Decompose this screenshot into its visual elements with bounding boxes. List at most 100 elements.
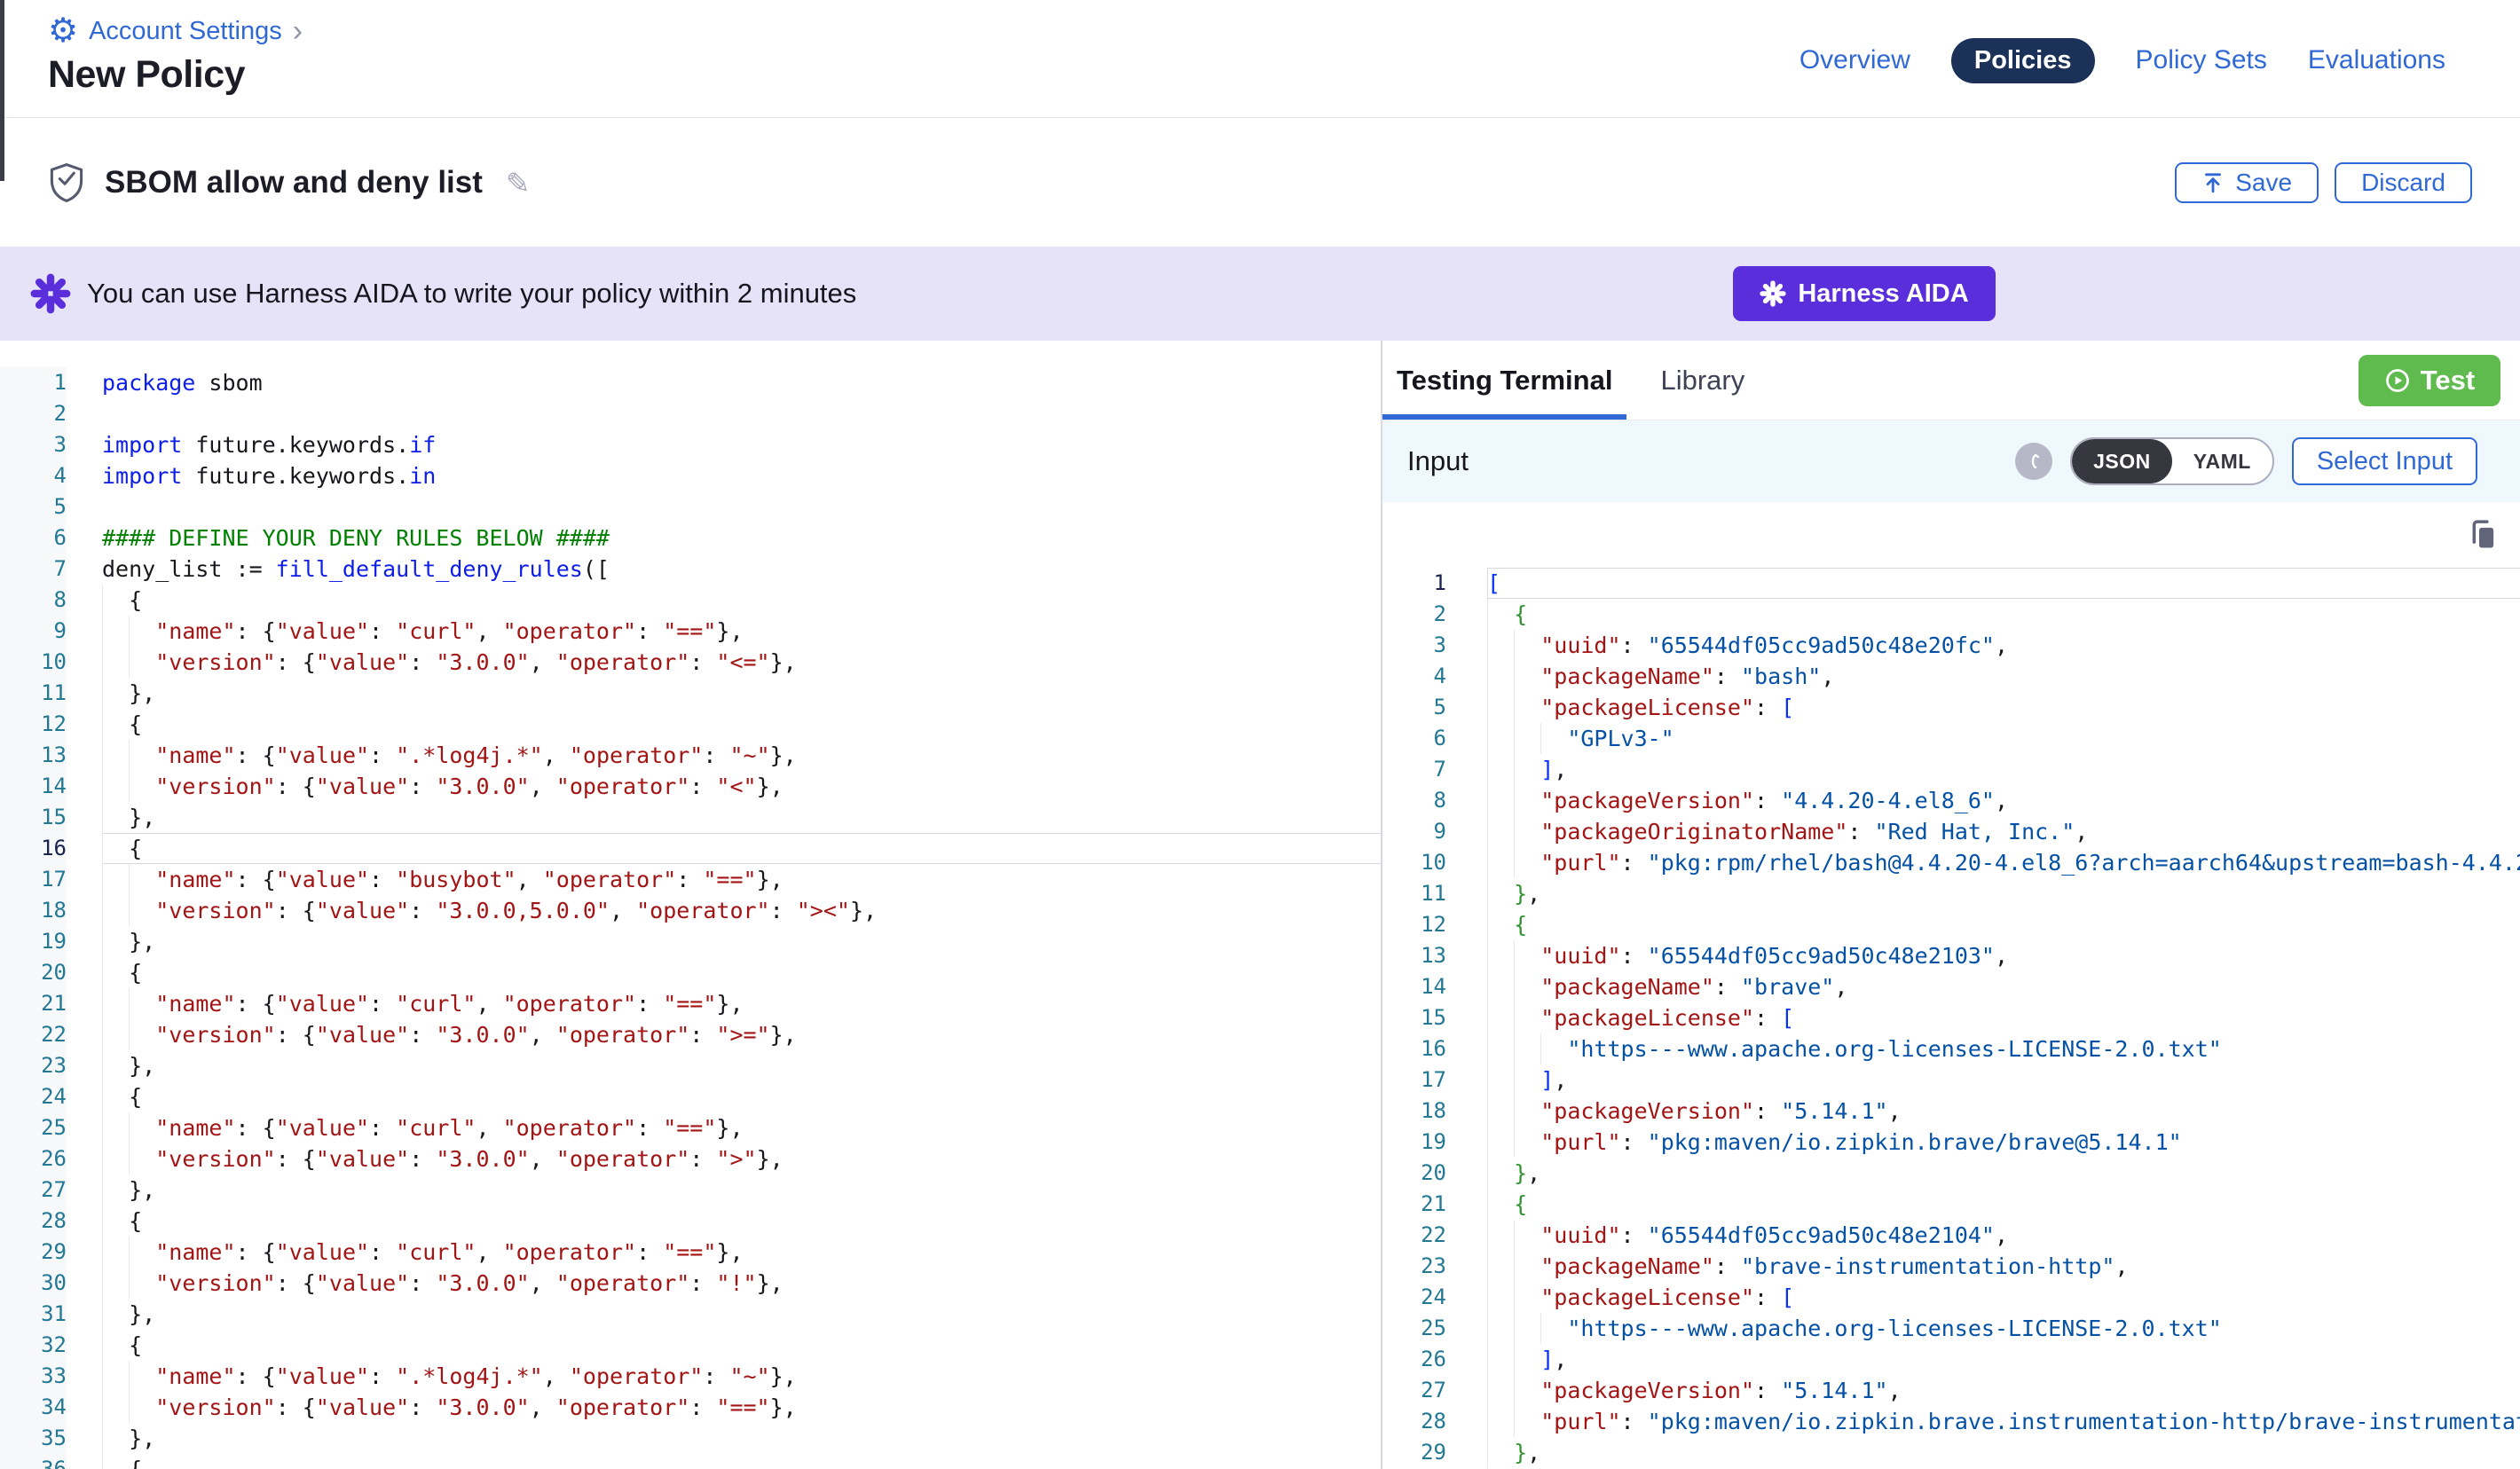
code-line-content: "GPLv3-" [1487, 723, 2520, 754]
code-line[interactable]: 11 }, [1382, 878, 2520, 909]
code-line[interactable]: 10 "purl": "pkg:rpm/rhel/bash@4.4.20-4.e… [1382, 847, 2520, 878]
code-line[interactable]: 27 }, [0, 1174, 1381, 1206]
code-line[interactable]: 33 "name": {"value": ".*log4j.*", "opera… [0, 1361, 1381, 1392]
code-line[interactable]: 23 "packageName": "brave-instrumentation… [1382, 1251, 2520, 1282]
discard-button[interactable]: Discard [2335, 162, 2472, 203]
code-line[interactable]: 28 "purl": "pkg:maven/io.zipkin.brave.in… [1382, 1406, 2520, 1437]
code-line[interactable]: 19 }, [0, 926, 1381, 957]
code-line[interactable]: 8 { [0, 585, 1381, 616]
code-line[interactable]: 20 { [0, 957, 1381, 988]
code-line[interactable]: 2 [0, 398, 1381, 429]
input-json-editor[interactable]: 1[2 {3 "uuid": "65544df05cc9ad50c48e20fc… [1382, 502, 2520, 1469]
breadcrumb-link-account-settings[interactable]: Account Settings [89, 17, 282, 46]
code-line[interactable]: 1[ [1382, 568, 2520, 599]
tab-policies[interactable]: Policies [1951, 38, 2095, 83]
code-line[interactable]: 9 "name": {"value": "curl", "operator": … [0, 616, 1381, 647]
code-line-content: import future.keywords.in [102, 460, 1381, 491]
code-line[interactable]: 4import future.keywords.in [0, 460, 1381, 491]
test-button[interactable]: Test [2359, 355, 2500, 406]
code-line[interactable]: 21 "name": {"value": "curl", "operator":… [0, 988, 1381, 1019]
code-line[interactable]: 8 "packageVersion": "4.4.20-4.el8_6", [1382, 785, 2520, 816]
code-line[interactable]: 11 }, [0, 678, 1381, 709]
code-line[interactable]: 7 ], [1382, 754, 2520, 785]
code-line[interactable]: 10 "version": {"value": "3.0.0", "operat… [0, 647, 1381, 678]
tab-testing-terminal[interactable]: Testing Terminal [1382, 341, 1626, 420]
code-line[interactable]: 13 "uuid": "65544df05cc9ad50c48e2103", [1382, 940, 2520, 971]
code-line[interactable]: 6#### DEFINE YOUR DENY RULES BELOW #### [0, 522, 1381, 554]
tab-evaluations[interactable]: Evaluations [2308, 45, 2445, 75]
code-line[interactable]: 22 "version": {"value": "3.0.0", "operat… [0, 1019, 1381, 1050]
code-line[interactable]: 5 "packageLicense": [ [1382, 692, 2520, 723]
code-line[interactable]: 35 }, [0, 1423, 1381, 1454]
tab-library[interactable]: Library [1646, 341, 1759, 420]
toggle-yaml[interactable]: YAML [2172, 439, 2272, 483]
edit-policy-name-button[interactable]: ✎ [506, 166, 531, 200]
code-line[interactable]: 26 ], [1382, 1344, 2520, 1375]
policy-code-editor[interactable]: 1package sbom23import future.keywords.if… [0, 341, 1381, 1469]
code-line[interactable]: 16 "https---www.apache.org-licenses-LICE… [1382, 1033, 2520, 1064]
tab-overview[interactable]: Overview [1799, 45, 1910, 75]
copy-icon[interactable] [2465, 516, 2500, 554]
line-number: 6 [0, 522, 67, 554]
code-line[interactable]: 17 "name": {"value": "busybot", "operato… [0, 864, 1381, 895]
code-line[interactable]: 17 ], [1382, 1064, 2520, 1096]
code-line-content: { [102, 833, 1381, 864]
code-line[interactable]: 22 "uuid": "65544df05cc9ad50c48e2104", [1382, 1220, 2520, 1251]
tab-policy-sets[interactable]: Policy Sets [2136, 45, 2267, 75]
code-line[interactable]: 29 "name": {"value": "curl", "operator":… [0, 1237, 1381, 1268]
code-line[interactable]: 34 "version": {"value": "3.0.0", "operat… [0, 1392, 1381, 1423]
line-number: 29 [1382, 1437, 1446, 1468]
code-line[interactable]: 3import future.keywords.if [0, 429, 1381, 460]
code-line[interactable]: 25 "https---www.apache.org-licenses-LICE… [1382, 1313, 2520, 1344]
code-line[interactable]: 23 }, [0, 1050, 1381, 1081]
code-line[interactable]: 3 "uuid": "65544df05cc9ad50c48e20fc", [1382, 630, 2520, 661]
code-line[interactable]: 24 { [0, 1081, 1381, 1112]
settings-gear-icon[interactable]: ⚙ [48, 14, 78, 48]
code-line[interactable]: 14 "packageName": "brave", [1382, 971, 2520, 1002]
format-toggle: JSONYAML [2070, 437, 2274, 485]
code-line[interactable]: 4 "packageName": "bash", [1382, 661, 2520, 692]
code-line[interactable]: 1package sbom [0, 367, 1381, 398]
code-line[interactable]: 18 "version": {"value": "3.0.0,5.0.0", "… [0, 895, 1381, 926]
code-line-content: "version": {"value": "3.0.0", "operator"… [102, 771, 1381, 802]
toggle-json[interactable]: JSON [2072, 439, 2172, 483]
code-line[interactable]: 12 { [1382, 909, 2520, 940]
code-line[interactable]: 36 { [0, 1454, 1381, 1469]
select-input-button[interactable]: Select Input [2292, 437, 2477, 485]
code-line[interactable]: 25 "name": {"value": "curl", "operator":… [0, 1112, 1381, 1143]
save-button[interactable]: Save [2175, 162, 2319, 203]
code-line[interactable]: 7deny_list := fill_default_deny_rules([ [0, 554, 1381, 585]
format-disabled-icon[interactable] [2015, 443, 2052, 480]
code-line[interactable]: 15 }, [0, 802, 1381, 833]
code-line[interactable]: 13 "name": {"value": ".*log4j.*", "opera… [0, 740, 1381, 771]
code-line-content: "uuid": "65544df05cc9ad50c48e20fc", [1487, 630, 2520, 661]
code-line[interactable]: 32 { [0, 1330, 1381, 1361]
code-line[interactable]: 21 { [1382, 1189, 2520, 1220]
code-line-content: }, [1487, 1437, 2520, 1468]
code-line-content: "version": {"value": "3.0.0,5.0.0", "ope… [102, 895, 1381, 926]
line-number: 30 [0, 1268, 67, 1299]
code-line[interactable]: 19 "purl": "pkg:maven/io.zipkin.brave/br… [1382, 1127, 2520, 1158]
code-line[interactable]: 14 "version": {"value": "3.0.0", "operat… [0, 771, 1381, 802]
harness-aida-button[interactable]: Harness AIDA [1733, 266, 1996, 321]
code-line[interactable]: 6 "GPLv3-" [1382, 723, 2520, 754]
code-line[interactable]: 2 { [1382, 599, 2520, 630]
code-line-content: "packageVersion": "4.4.20-4.el8_6", [1487, 785, 2520, 816]
code-line[interactable]: 18 "packageVersion": "5.14.1", [1382, 1096, 2520, 1127]
code-line[interactable]: 9 "packageOriginatorName": "Red Hat, Inc… [1382, 816, 2520, 847]
code-line[interactable]: 20 }, [1382, 1158, 2520, 1189]
code-line-content: "name": {"value": "curl", "operator": "=… [102, 1237, 1381, 1268]
code-line-content: }, [102, 1299, 1381, 1330]
code-line[interactable]: 16 { [0, 833, 1381, 864]
code-line[interactable]: 29 }, [1382, 1437, 2520, 1468]
code-line[interactable]: 5 [0, 491, 1381, 522]
line-number: 36 [0, 1454, 67, 1469]
code-line[interactable]: 28 { [0, 1206, 1381, 1237]
code-line[interactable]: 24 "packageLicense": [ [1382, 1282, 2520, 1313]
code-line[interactable]: 30 "version": {"value": "3.0.0", "operat… [0, 1268, 1381, 1299]
code-line[interactable]: 27 "packageVersion": "5.14.1", [1382, 1375, 2520, 1406]
code-line[interactable]: 12 { [0, 709, 1381, 740]
code-line[interactable]: 31 }, [0, 1299, 1381, 1330]
code-line[interactable]: 15 "packageLicense": [ [1382, 1002, 2520, 1033]
code-line[interactable]: 26 "version": {"value": "3.0.0", "operat… [0, 1143, 1381, 1174]
